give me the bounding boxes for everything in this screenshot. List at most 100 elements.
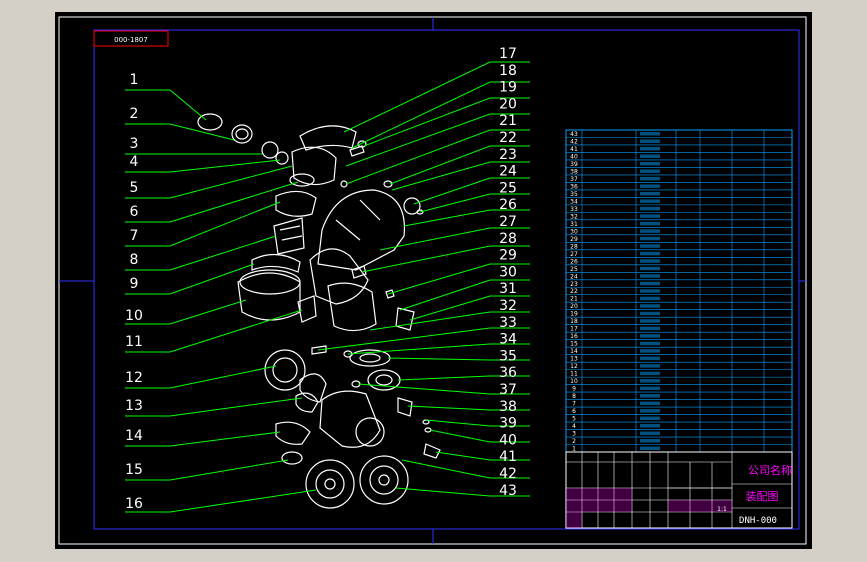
parts-row-name-mark: [640, 236, 660, 241]
parts-row-number: 43: [570, 131, 578, 138]
part-label-23: 23: [499, 147, 517, 163]
parts-row-name-mark: [640, 439, 660, 443]
part-label-22: 22: [499, 130, 517, 146]
parts-row-name-mark: [640, 416, 660, 421]
company-name: 公司名称: [748, 463, 792, 477]
parts-row-name-mark: [640, 139, 660, 143]
parts-row-number: 30: [570, 228, 578, 235]
parts-row-name-mark: [640, 281, 660, 286]
part-label-4: 4: [130, 154, 139, 170]
parts-row-number: 20: [570, 303, 578, 310]
parts-row-name-mark: [640, 386, 660, 391]
parts-row-number: 24: [570, 273, 578, 280]
part-label-37: 37: [499, 382, 517, 398]
part-label-41: 41: [499, 449, 517, 465]
parts-row-number: 6: [572, 408, 576, 415]
part-label-17: 17: [499, 46, 517, 62]
part-label-33: 33: [499, 315, 517, 331]
parts-row-name-mark: [640, 394, 660, 398]
parts-row-number: 17: [570, 326, 578, 333]
part-label-7: 7: [130, 228, 139, 244]
parts-row-name-mark: [640, 296, 660, 301]
parts-row-number: 28: [570, 243, 578, 250]
part-label-11: 11: [125, 334, 143, 350]
part-label-14: 14: [125, 428, 143, 444]
parts-row-name-mark: [640, 356, 660, 361]
parts-row-number: 2: [572, 438, 576, 445]
parts-row-number: 38: [570, 168, 578, 175]
parts-row-number: 9: [572, 386, 576, 393]
parts-row-number: 8: [572, 393, 576, 400]
parts-row-number: 37: [570, 176, 578, 183]
parts-row-name-mark: [640, 334, 660, 338]
parts-row-name-mark: [640, 176, 660, 181]
parts-row-number: 29: [570, 236, 578, 243]
parts-row-name-mark: [640, 244, 660, 248]
parts-row-number: 40: [570, 153, 578, 160]
parts-row-number: 21: [570, 296, 578, 303]
parts-row-name-mark: [640, 431, 660, 436]
part-label-38: 38: [499, 399, 517, 415]
parts-row-name-mark: [640, 401, 660, 406]
parts-row-name-mark: [640, 319, 660, 323]
part-label-26: 26: [499, 197, 517, 213]
part-label-27: 27: [499, 214, 517, 230]
parts-row-number: 10: [570, 378, 578, 385]
parts-row-number: 22: [570, 288, 578, 295]
parts-row-name-mark: [640, 289, 660, 293]
parts-row-number: 34: [570, 198, 578, 205]
part-label-8: 8: [130, 252, 139, 268]
parts-row-number: 26: [570, 258, 578, 265]
parts-row-name-mark: [640, 154, 660, 158]
parts-row-name-mark: [640, 214, 660, 218]
parts-row-name-mark: [640, 266, 660, 271]
part-label-19: 19: [499, 80, 517, 96]
part-label-1: 1: [130, 72, 139, 88]
part-label-13: 13: [125, 398, 143, 414]
parts-row-name-mark: [640, 446, 660, 450]
parts-row-name-mark: [640, 326, 660, 331]
parts-row-number: 27: [570, 251, 578, 258]
parts-row-name-mark: [640, 229, 660, 233]
parts-row-number: 23: [570, 281, 578, 288]
parts-row-name-mark: [640, 304, 660, 308]
part-label-6: 6: [130, 204, 139, 220]
drawing-name: 装配图: [746, 490, 779, 503]
parts-row-number: 4: [572, 423, 576, 430]
parts-row-number: 12: [570, 363, 578, 370]
part-label-20: 20: [499, 96, 517, 112]
parts-row-name-mark: [640, 379, 660, 383]
part-label-15: 15: [125, 462, 143, 478]
parts-row-number: 25: [570, 266, 578, 273]
parts-row-name-mark: [640, 221, 660, 226]
part-label-5: 5: [130, 180, 139, 196]
part-label-12: 12: [125, 370, 143, 386]
parts-row-number: 36: [570, 183, 578, 190]
parts-row-number: 39: [570, 161, 578, 168]
parts-row-number: 35: [570, 191, 578, 198]
parts-row-number: 16: [570, 333, 578, 340]
parts-row-name-mark: [640, 169, 660, 173]
parts-row-number: 41: [570, 146, 578, 153]
parts-row-name-mark: [640, 409, 660, 413]
part-label-32: 32: [499, 298, 517, 314]
part-label-40: 40: [499, 432, 517, 448]
part-label-30: 30: [499, 264, 517, 280]
part-label-31: 31: [499, 281, 517, 297]
part-label-29: 29: [499, 248, 517, 264]
parts-row-name-mark: [640, 364, 660, 368]
cad-drawing-viewport[interactable]: 000-1807 12345678910111213141516 1718192…: [0, 0, 867, 562]
parts-row-name-mark: [640, 251, 660, 256]
parts-row-name-mark: [640, 274, 660, 278]
parts-row-name-mark: [640, 341, 660, 346]
part-label-18: 18: [499, 63, 517, 79]
parts-row-name-mark: [640, 184, 660, 188]
right-part-labels: 1718192021222324252627282930313233343536…: [499, 46, 517, 499]
part-label-2: 2: [130, 106, 139, 122]
part-label-25: 25: [499, 180, 517, 196]
drawing-tag-text: 000-1807: [114, 36, 148, 44]
parts-row-name-mark: [640, 199, 660, 203]
part-label-42: 42: [499, 466, 517, 482]
parts-row-number: 11: [570, 371, 578, 378]
part-label-43: 43: [499, 483, 517, 499]
